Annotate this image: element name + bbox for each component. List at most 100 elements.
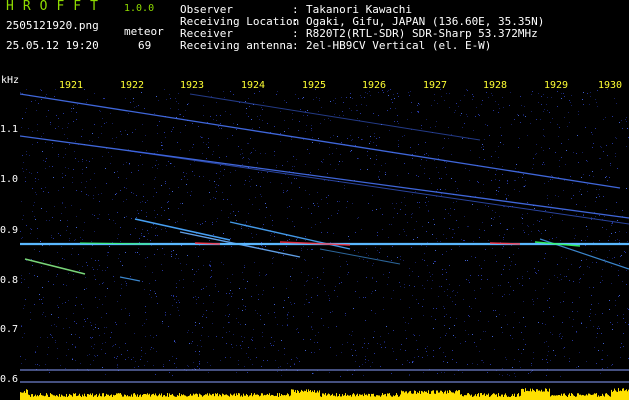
noise-pixel	[366, 105, 367, 106]
noise-pixel	[230, 114, 231, 115]
noise-pixel	[532, 299, 533, 300]
noise-pixel	[109, 219, 110, 220]
noise-pixel	[203, 249, 204, 250]
noise-pixel	[312, 312, 313, 313]
noise-pixel	[407, 222, 408, 223]
noise-pixel	[156, 160, 157, 161]
noise-pixel	[245, 101, 246, 102]
noise-pixel	[65, 175, 66, 176]
noise-pixel	[295, 94, 296, 95]
noise-pixel	[142, 164, 143, 165]
noise-pixel	[57, 358, 58, 359]
noise-pixel	[216, 191, 217, 192]
noise-pixel	[262, 120, 263, 121]
level-bar	[230, 393, 231, 400]
noise-pixel	[547, 300, 548, 301]
noise-pixel	[231, 296, 232, 297]
noise-pixel	[436, 121, 437, 122]
level-bar	[304, 390, 305, 400]
noise-pixel	[183, 116, 184, 117]
noise-pixel	[103, 98, 104, 99]
level-bar	[595, 393, 596, 400]
info-value-location: Ogaki, Gifu, JAPAN (136.60E, 35.35N)	[306, 15, 545, 28]
level-bar	[186, 396, 187, 400]
noise-pixel	[110, 163, 111, 164]
noise-pixel	[162, 321, 163, 322]
noise-pixel	[290, 366, 291, 367]
noise-pixel	[573, 228, 574, 229]
noise-pixel	[303, 139, 304, 140]
noise-pixel	[353, 308, 354, 309]
noise-pixel	[303, 115, 304, 116]
noise-pixel	[479, 265, 480, 266]
noise-pixel	[199, 364, 200, 365]
level-bar	[322, 393, 323, 400]
noise-pixel	[94, 231, 95, 232]
noise-pixel	[469, 316, 470, 317]
noise-pixel	[50, 124, 51, 125]
noise-pixel	[183, 279, 184, 280]
noise-pixel	[270, 240, 271, 241]
level-bar	[401, 390, 402, 400]
noise-pixel	[378, 177, 379, 178]
noise-pixel	[450, 215, 451, 216]
noise-pixel	[102, 270, 103, 271]
noise-pixel	[93, 269, 94, 270]
noise-pixel	[224, 169, 225, 170]
noise-pixel	[330, 312, 331, 313]
noise-pixel	[153, 365, 154, 366]
noise-pixel	[434, 94, 435, 95]
noise-pixel	[22, 168, 23, 169]
noise-pixel	[347, 342, 348, 343]
noise-pixel	[475, 298, 476, 299]
noise-pixel	[71, 205, 72, 206]
noise-pixel	[371, 293, 372, 294]
noise-pixel	[199, 363, 200, 364]
level-bar	[255, 394, 256, 400]
noise-pixel	[144, 323, 145, 324]
noise-pixel	[116, 358, 117, 359]
noise-pixel	[230, 238, 231, 239]
noise-pixel	[210, 116, 211, 117]
noise-pixel	[213, 151, 214, 152]
noise-pixel	[339, 201, 340, 202]
noise-pixel	[246, 353, 247, 354]
level-bar	[501, 394, 502, 400]
noise-pixel	[32, 144, 33, 145]
noise-pixel	[349, 239, 350, 240]
noise-pixel	[339, 256, 340, 257]
noise-pixel	[572, 340, 573, 341]
noise-pixel	[619, 242, 620, 243]
noise-pixel	[396, 203, 397, 204]
noise-pixel	[201, 289, 202, 290]
level-bar	[59, 393, 60, 400]
noise-pixel	[247, 143, 248, 144]
noise-pixel	[97, 218, 98, 219]
noise-pixel	[440, 241, 441, 242]
noise-pixel	[517, 278, 518, 279]
level-bar	[269, 393, 270, 400]
noise-pixel	[597, 328, 598, 329]
noise-pixel	[585, 240, 586, 241]
noise-pixel	[292, 221, 293, 222]
noise-pixel	[620, 347, 621, 348]
noise-pixel	[145, 336, 146, 337]
noise-pixel	[607, 155, 608, 156]
noise-pixel	[37, 172, 38, 173]
noise-pixel	[162, 149, 163, 150]
level-bar	[338, 396, 339, 400]
noise-pixel	[505, 357, 506, 358]
noise-pixel	[385, 347, 386, 348]
noise-pixel	[76, 119, 77, 120]
noise-pixel	[143, 196, 144, 197]
noise-pixel	[29, 172, 30, 173]
noise-pixel	[34, 275, 35, 276]
level-bar	[626, 389, 627, 400]
noise-pixel	[492, 293, 493, 294]
level-bar	[461, 394, 462, 400]
noise-pixel	[259, 275, 260, 276]
noise-pixel	[618, 270, 619, 271]
noise-pixel	[166, 165, 167, 166]
noise-pixel	[43, 133, 44, 134]
noise-pixel	[350, 97, 351, 98]
